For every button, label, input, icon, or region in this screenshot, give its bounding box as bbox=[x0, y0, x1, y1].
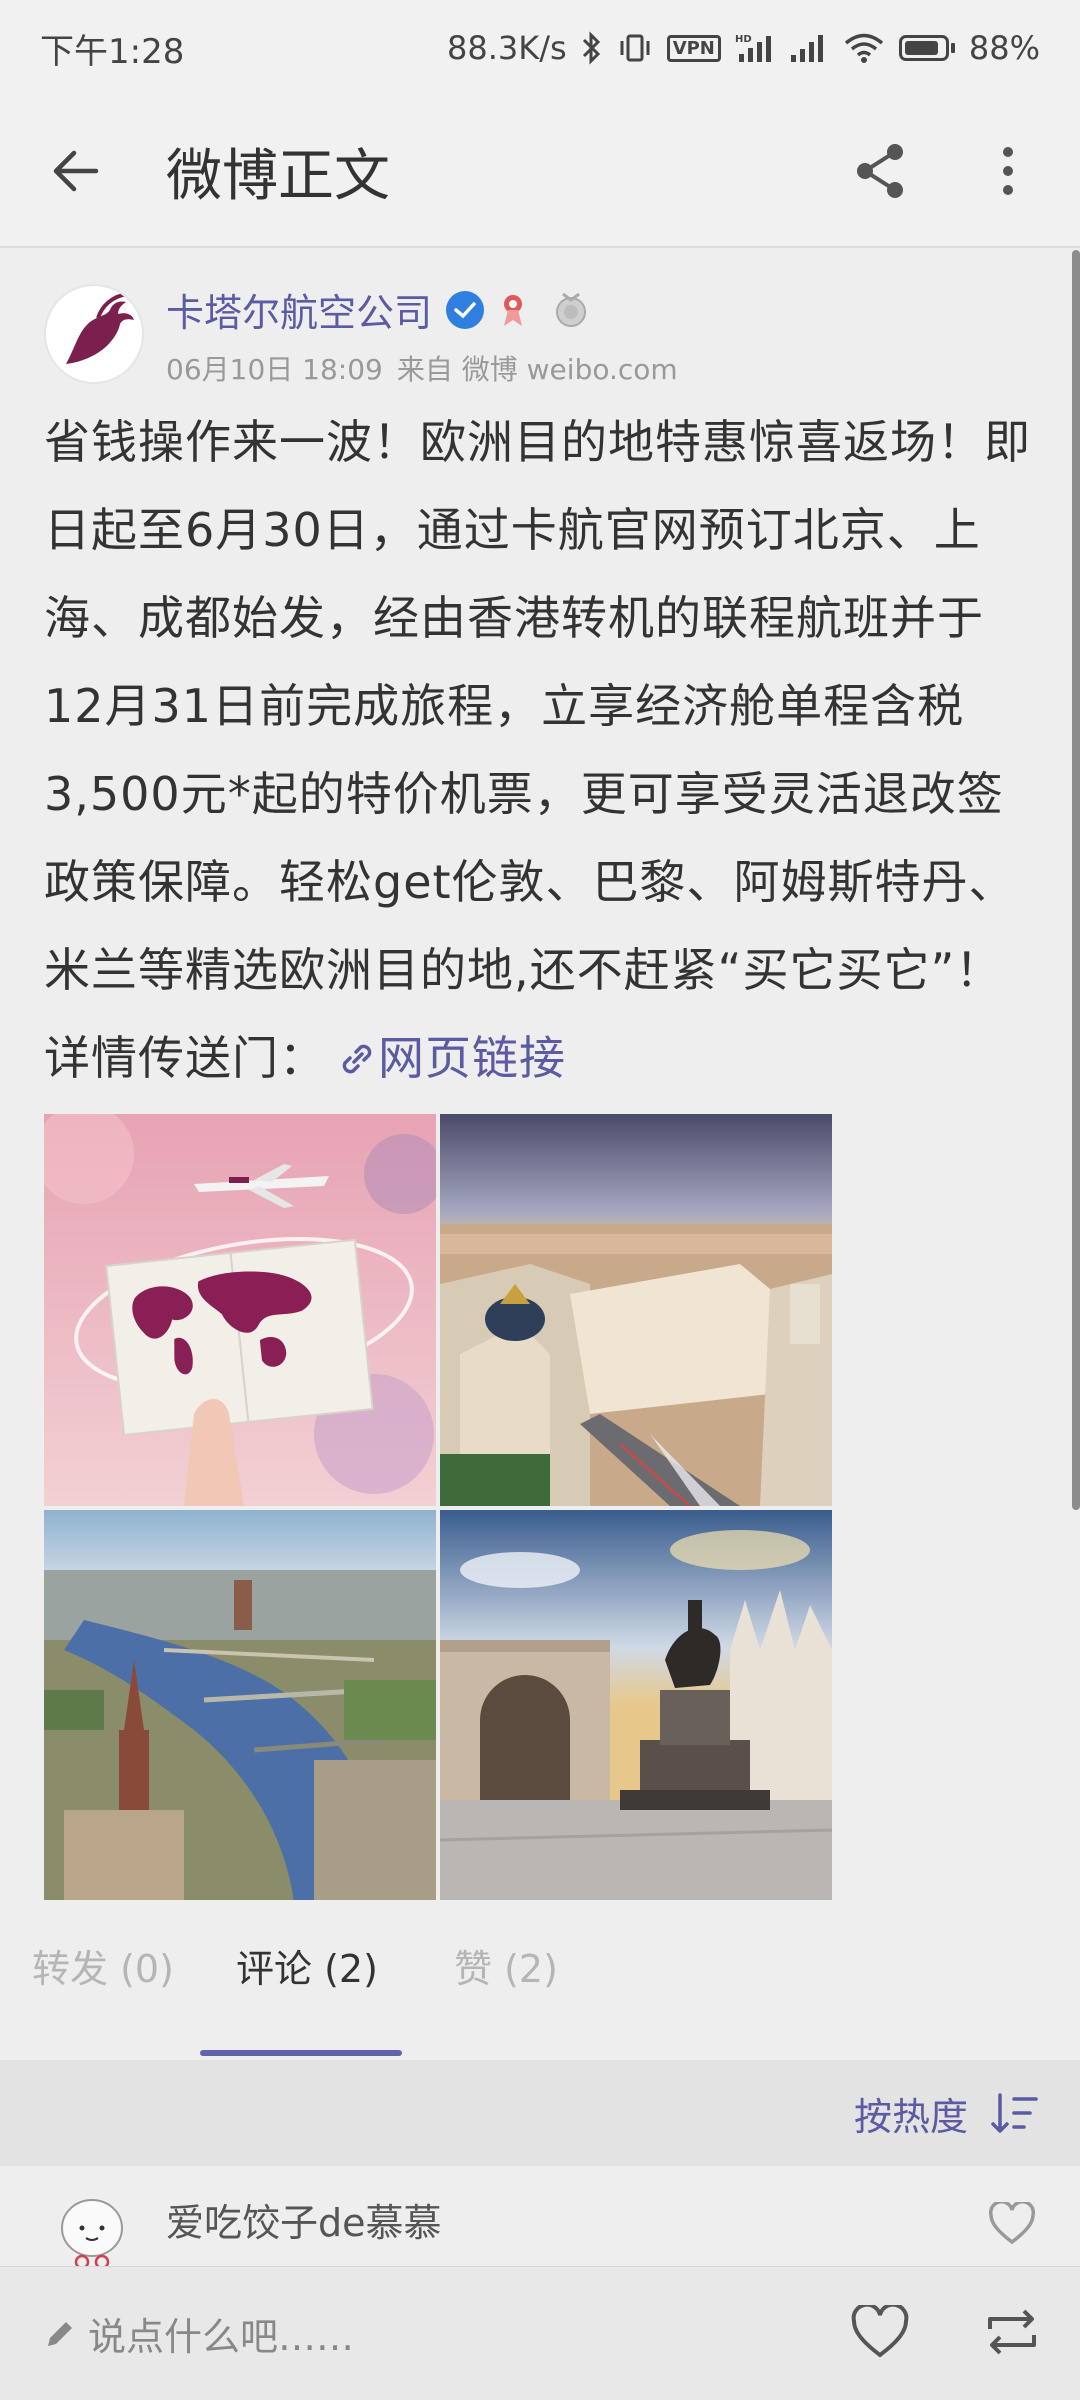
sort-by-hot-button[interactable]: 按热度 bbox=[854, 2086, 968, 2141]
author-avatar[interactable] bbox=[44, 284, 144, 384]
status-icons: 88.3K/s VPN HD 88% bbox=[447, 29, 1040, 67]
verified-badge-icon bbox=[446, 290, 485, 329]
active-tab-indicator bbox=[200, 2050, 402, 2056]
vpn-icon: VPN bbox=[666, 34, 721, 62]
wifi-icon bbox=[843, 32, 885, 64]
app-bar: 微博正文 bbox=[0, 96, 1080, 248]
post-date: 06月10日 18:09 bbox=[166, 353, 383, 386]
tab-likes[interactable]: 赞 (2) bbox=[454, 1938, 558, 1993]
ribbon-badge-icon bbox=[498, 290, 538, 330]
heart-icon bbox=[851, 2302, 909, 2358]
gallery-image-frankfurt-river[interactable] bbox=[44, 1510, 436, 1902]
comment-like-button[interactable] bbox=[988, 2200, 1036, 2250]
signal-icon bbox=[789, 33, 829, 63]
qatar-oryx-logo-icon bbox=[66, 292, 134, 364]
tab-reposts[interactable]: 转发 (0) bbox=[32, 1938, 174, 1993]
commenter-name[interactable]: 爱吃饺子de慕慕 bbox=[166, 2192, 442, 2247]
gallery-image-milan-statue[interactable] bbox=[440, 1510, 832, 1902]
gallery-image-airline-passport[interactable] bbox=[44, 1114, 436, 1506]
share-button[interactable] bbox=[848, 139, 912, 203]
vibrate-icon bbox=[617, 33, 653, 63]
author-name-row: 卡塔尔航空公司 bbox=[166, 282, 590, 337]
comment-tabs: 转发 (0) 评论 (2) 赞 (2) bbox=[0, 1900, 1080, 2060]
gallery-image-madrid-city[interactable] bbox=[440, 1114, 832, 1506]
image-gallery bbox=[44, 1114, 832, 1902]
status-time: 下午1:28 bbox=[40, 31, 185, 72]
hd-signal-icon: HD bbox=[735, 32, 775, 64]
page-title: 微博正文 bbox=[166, 143, 390, 209]
scrollbar[interactable] bbox=[1072, 250, 1080, 1510]
net-speed: 88.3K/s bbox=[447, 29, 567, 67]
author-row: 卡塔尔航空公司 06月10日 18:09 来自 微博 weibo.com bbox=[0, 250, 1080, 410]
sort-icon[interactable] bbox=[990, 2091, 1040, 2135]
web-link[interactable]: 网页链接 bbox=[378, 1031, 566, 1085]
more-vertical-icon bbox=[1003, 147, 1013, 195]
post-body-text: 省钱操作来一波！欧洲目的地特惠惊喜返场！即日起至6月30日，通过卡航官网预订北京… bbox=[44, 415, 1031, 1085]
like-button[interactable] bbox=[850, 2302, 910, 2363]
battery-icon bbox=[898, 35, 955, 61]
more-options-button[interactable] bbox=[976, 139, 1040, 203]
battery-percent: 88% bbox=[968, 29, 1040, 67]
link-icon bbox=[336, 1020, 378, 1108]
heart-icon bbox=[988, 2200, 1036, 2245]
bottom-action-bar: 说点什么吧…… bbox=[0, 2266, 1080, 2400]
post-source: 来自 微博 weibo.com bbox=[396, 353, 678, 386]
bluetooth-icon bbox=[581, 31, 603, 65]
tab-comments[interactable]: 评论 (2) bbox=[236, 1938, 378, 1993]
post-meta: 06月10日 18:09 来自 微博 weibo.com bbox=[166, 348, 678, 388]
share-icon bbox=[857, 144, 903, 198]
repost-button[interactable] bbox=[984, 2305, 1040, 2363]
post-text: 省钱操作来一波！欧洲目的地特惠惊喜返场！即日起至6月30日，通过卡航官网预订北京… bbox=[44, 398, 1044, 1108]
svg-text:HD: HD bbox=[735, 34, 752, 45]
status-bar: 下午1:28 88.3K/s VPN HD 88% bbox=[0, 0, 1080, 96]
pencil-icon bbox=[48, 2321, 72, 2346]
back-button[interactable] bbox=[40, 135, 112, 207]
medal-badge-icon bbox=[552, 290, 590, 330]
comment-input[interactable]: 说点什么吧…… bbox=[44, 2306, 354, 2361]
comment-placeholder: 说点什么吧…… bbox=[88, 2315, 355, 2359]
author-name[interactable]: 卡塔尔航空公司 bbox=[166, 282, 432, 337]
weibo-post: 卡塔尔航空公司 06月10日 18:09 来自 微博 weibo.com 省钱操… bbox=[0, 250, 1080, 1902]
repost-icon bbox=[988, 2309, 1036, 2354]
arrow-left-icon bbox=[53, 150, 99, 192]
sort-bar: 按热度 bbox=[0, 2060, 1080, 2166]
